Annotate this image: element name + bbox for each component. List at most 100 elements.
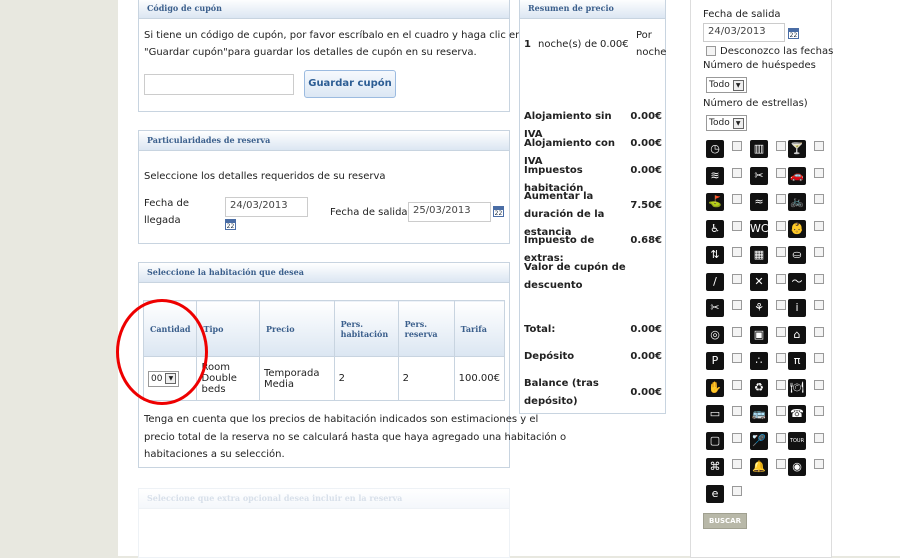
nights-text: noche(s) de	[538, 39, 598, 50]
wheelchair-checkbox[interactable]	[732, 220, 742, 231]
wifi-checkbox[interactable]	[814, 459, 824, 469]
wifi-icon: ◉	[788, 458, 806, 476]
wheelchair-icon: ♿	[706, 219, 724, 238]
col-precio: Precio	[258, 300, 335, 357]
building-icon: ▣	[750, 325, 768, 344]
summary-row-value: 0.00€	[630, 165, 662, 176]
dots-checkbox[interactable]	[776, 353, 786, 363]
tv-checkbox[interactable]	[732, 406, 742, 416]
www-icon: e	[706, 484, 724, 503]
booking-panel: Particularidades de reserva	[138, 130, 510, 244]
building-checkbox[interactable]	[776, 326, 786, 337]
departure-date-input[interactable]: 25/03/2013	[408, 202, 491, 222]
dots-icon: ∴	[750, 352, 768, 370]
info-checkbox[interactable]	[814, 300, 824, 310]
massage-icon: ✋	[706, 378, 724, 397]
save-coupon-button[interactable]: Guardar cupón	[304, 70, 396, 98]
phone-checkbox[interactable]	[814, 406, 824, 416]
bus-icon: 🚌	[750, 405, 768, 423]
spa-icon: ▥	[750, 140, 768, 158]
tennis-checkbox[interactable]	[732, 273, 742, 284]
elevator-checkbox[interactable]	[732, 247, 742, 257]
monitor-checkbox[interactable]	[732, 432, 742, 443]
bicycle-checkbox[interactable]	[814, 194, 824, 204]
departure-calendar-icon[interactable]: 22	[493, 206, 504, 217]
coupon-title: Código de cupón	[139, 0, 509, 19]
restaurant-checkbox[interactable]	[814, 379, 824, 390]
rooms-title: Seleccione la habitación que desea	[139, 263, 509, 283]
bus-checkbox[interactable]	[776, 406, 786, 416]
room-pers-hab: 2	[333, 356, 399, 401]
unknown-dates-checkbox[interactable]	[706, 46, 716, 56]
car-checkbox[interactable]	[814, 167, 824, 178]
pool-checkbox[interactable]	[732, 167, 742, 178]
picnic-checkbox[interactable]	[814, 353, 824, 363]
exit-calendar-icon[interactable]: 22	[788, 28, 799, 39]
grid-icon: ▦	[750, 246, 768, 264]
night-label: noche	[636, 47, 667, 58]
nights-price: 0.00€	[600, 39, 629, 50]
rooms-note-1: Tenga en cuenta que los precios de habit…	[144, 414, 539, 425]
search-button[interactable]: BUSCAR	[703, 513, 747, 529]
swim-checkbox[interactable]	[814, 273, 824, 284]
tennis2-checkbox[interactable]	[776, 432, 786, 443]
hairdryer-checkbox[interactable]	[776, 167, 786, 178]
bar-icon: 🍸	[788, 140, 806, 158]
parking-icon: P	[706, 352, 724, 370]
summary-row-value: 0.00€	[630, 138, 662, 149]
hairdryer2-icon: ✂	[706, 299, 724, 317]
restaurant-icon: 🍽	[788, 378, 806, 397]
stars-select[interactable]: Todo ▼	[706, 115, 747, 131]
bell-checkbox[interactable]	[776, 459, 786, 469]
baby-checkbox[interactable]	[814, 220, 824, 231]
laundry-icon: ⌘	[706, 458, 724, 476]
house-checkbox[interactable]	[814, 326, 824, 337]
arrival-date-input[interactable]: 24/03/2013	[225, 197, 308, 217]
summary-row-value: 0.00€	[630, 351, 662, 362]
arrival-calendar-icon[interactable]: 22	[225, 219, 236, 230]
laundry-checkbox[interactable]	[732, 459, 742, 469]
spa-checkbox[interactable]	[776, 141, 786, 151]
coupon-input[interactable]	[144, 74, 294, 95]
guests-value: Todo	[709, 80, 730, 90]
summary-row-value: 0.68€	[630, 235, 662, 246]
wc-icon: WC	[750, 219, 769, 238]
summary-row-value: 0.00€	[630, 111, 662, 122]
recycle-checkbox[interactable]	[776, 379, 786, 390]
dive-checkbox[interactable]	[776, 194, 786, 204]
golf-icon: ⛳	[706, 193, 724, 211]
golf-checkbox[interactable]	[732, 194, 742, 204]
hairdryer2-checkbox[interactable]	[732, 300, 742, 310]
tour-checkbox[interactable]	[814, 432, 824, 443]
booking-title: Particularidades de reserva	[139, 131, 509, 151]
exit-date-label: Fecha de salida	[703, 9, 781, 20]
summary-row: Total: 0.00€	[524, 321, 662, 339]
grid-checkbox[interactable]	[776, 247, 786, 257]
wc-checkbox[interactable]	[776, 220, 786, 231]
booking-intro: Seleccione los detalles requeridos de su…	[144, 171, 386, 182]
hiking-icon: ⚘	[750, 299, 768, 317]
chevron-down-icon[interactable]: ▼	[732, 117, 744, 129]
massage-checkbox[interactable]	[732, 379, 742, 390]
bicycle-icon: 🚲	[788, 193, 806, 211]
bell-icon: 🔔	[750, 458, 768, 476]
target-checkbox[interactable]	[732, 326, 742, 337]
stroller-icon: ⛀	[788, 246, 806, 264]
stars-label: Número de estrellas)	[703, 98, 808, 109]
parking-checkbox[interactable]	[732, 353, 742, 363]
extras-title: Seleccione que extra opcional desea incl…	[139, 489, 509, 509]
summary-title: Resumen de precio	[520, 0, 665, 19]
exit-date-input[interactable]: 24/03/2013	[703, 23, 785, 42]
clock-checkbox[interactable]	[732, 141, 742, 151]
room-season: Temporada Media	[258, 356, 335, 401]
hiking-checkbox[interactable]	[776, 300, 786, 310]
guests-select[interactable]: Todo ▼	[706, 77, 747, 93]
departure-label: Fecha de salida	[330, 207, 408, 218]
chevron-down-icon[interactable]: ▼	[732, 79, 744, 91]
stroller-checkbox[interactable]	[814, 247, 824, 257]
summary-row-value: 7.50€	[630, 200, 662, 211]
tv-icon: ▭	[706, 405, 724, 423]
www-checkbox[interactable]	[732, 485, 742, 496]
crossed-tools-checkbox[interactable]	[776, 273, 786, 284]
bar-checkbox[interactable]	[814, 141, 824, 151]
